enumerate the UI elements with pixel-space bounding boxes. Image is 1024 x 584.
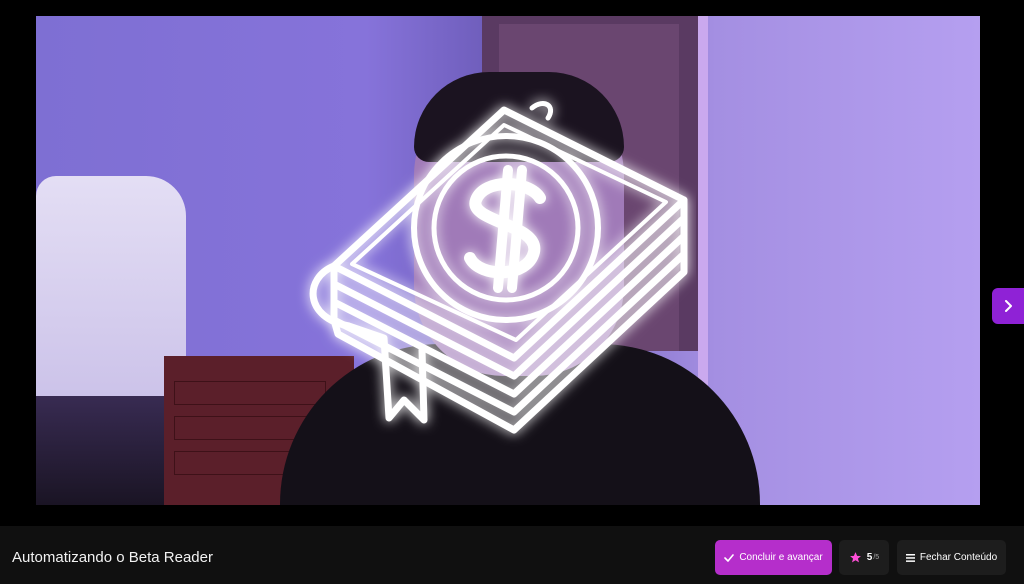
rating-max: /5 [873,554,880,561]
close-content-button[interactable]: Fechar Conteúdo [897,540,1006,575]
check-icon [724,553,735,562]
next-lesson-button[interactable] [992,288,1024,324]
menu-icon [905,553,915,562]
rating-value: 5 [866,552,873,563]
video-player[interactable] [36,16,980,505]
star-icon [849,552,861,563]
rating-button[interactable]: 5 /5 [839,540,889,575]
complete-button-label: Concluir e avançar [739,552,823,563]
chevron-right-icon [1005,300,1012,312]
money-book-icon [309,101,688,434]
lesson-title: Automatizando o Beta Reader [12,549,213,566]
complete-and-next-button[interactable]: Concluir e avançar [715,540,832,575]
close-content-label: Fechar Conteúdo [919,552,998,563]
background-shadow [36,396,166,505]
